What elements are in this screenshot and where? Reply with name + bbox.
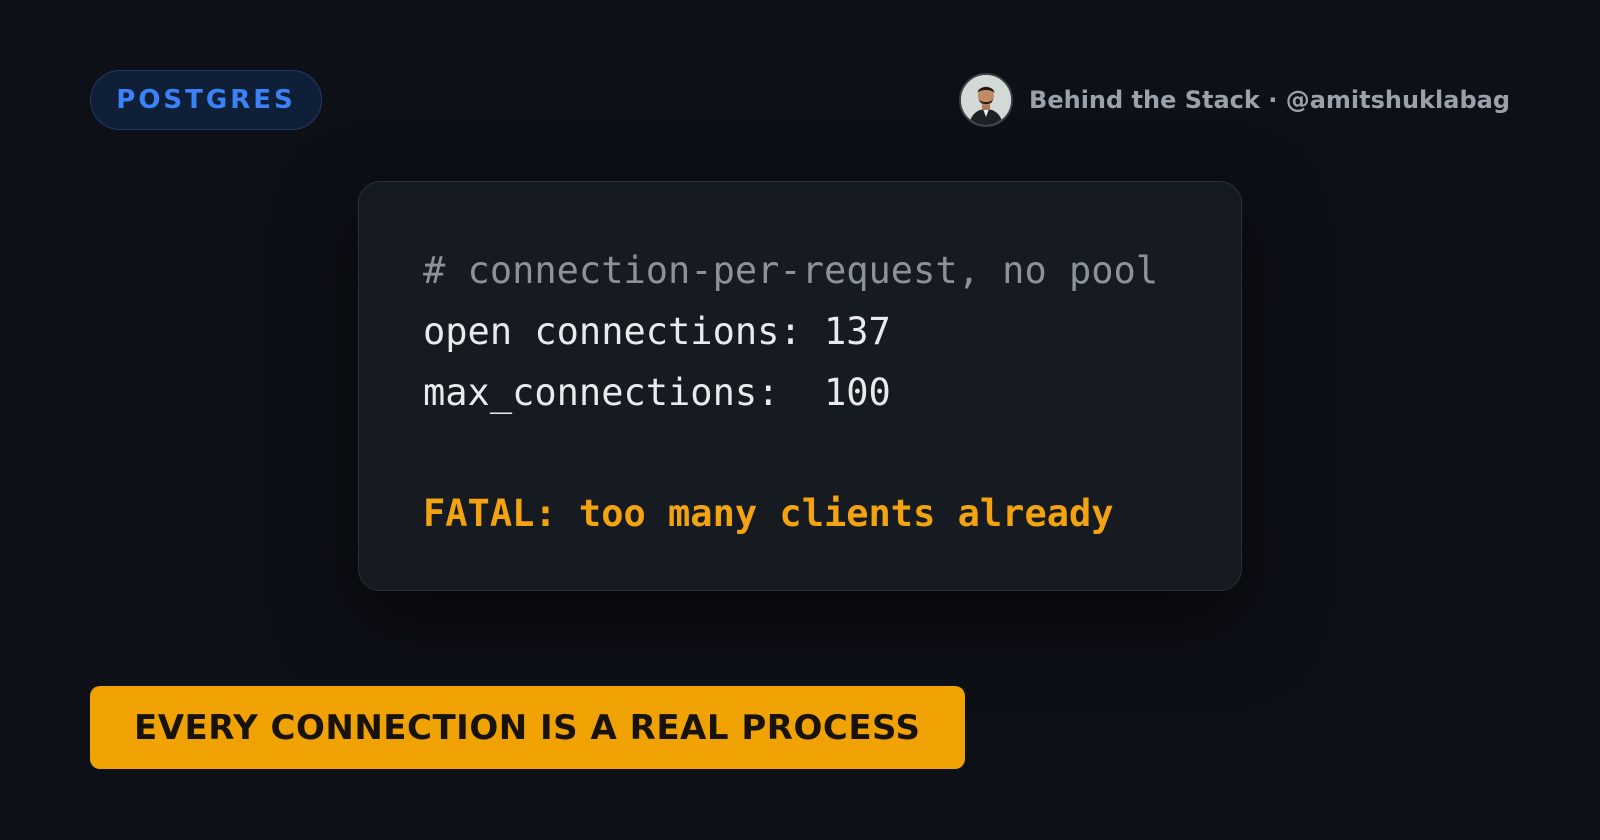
author-avatar [959, 73, 1014, 127]
open-connections-line: open connections: 137 [423, 310, 891, 353]
code-snippet-card: # connection-per-request, no pool open c… [358, 181, 1242, 591]
author-byline: Behind the Stack · @amitshuklabag [959, 72, 1510, 128]
headline-banner-label: EVERY CONNECTION IS A REAL PROCESS [134, 707, 921, 748]
author-line: Behind the Stack · @amitshuklabag [1029, 86, 1510, 114]
fatal-error-line: FATAL: too many clients already [423, 492, 1114, 535]
topic-tag-label: POSTGRES [116, 85, 296, 115]
max-connections-line: max_connections: 100 [423, 371, 891, 414]
headline-banner: EVERY CONNECTION IS A REAL PROCESS [90, 686, 965, 769]
avatar-photo-icon [961, 75, 1012, 125]
code-comment-line: # connection-per-request, no pool [423, 249, 1159, 292]
topic-tag: POSTGRES [90, 70, 322, 130]
